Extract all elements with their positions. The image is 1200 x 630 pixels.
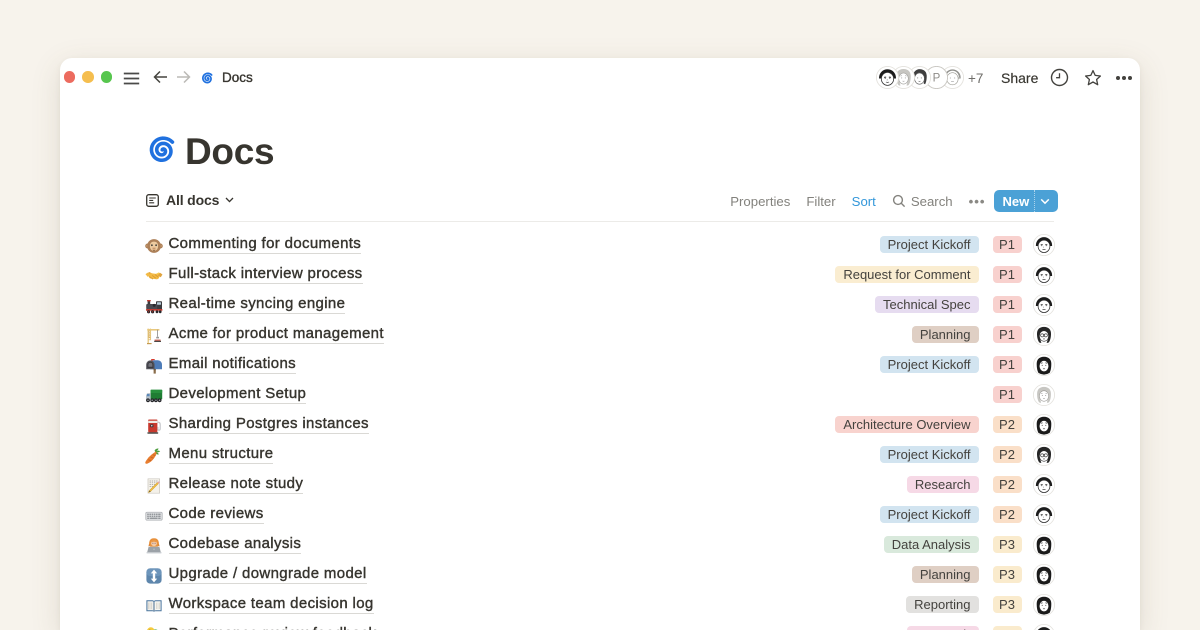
- svg-text:P: P: [932, 72, 940, 84]
